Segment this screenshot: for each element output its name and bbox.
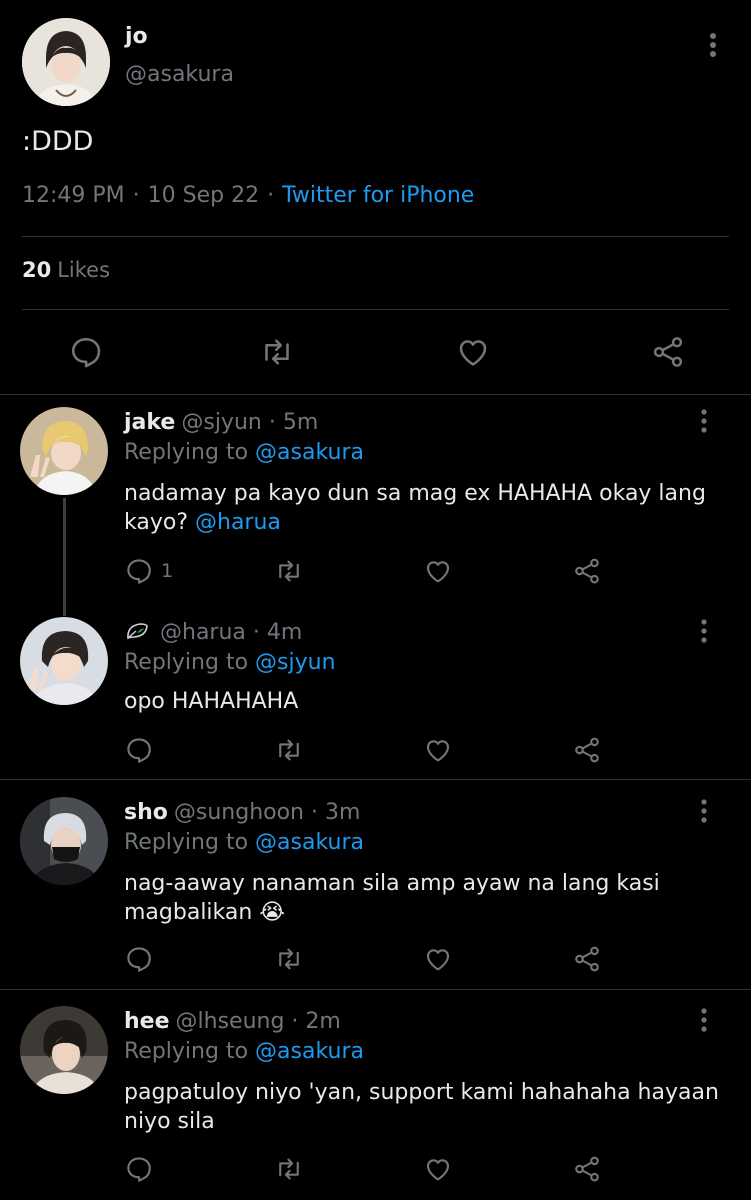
reply-tweet[interactable]: hee @lhseung · 2m Replying to @asakura pagp… [0, 990, 751, 1200]
avatar[interactable] [20, 617, 108, 705]
tweet-date: 10 Sep 22 [147, 183, 260, 208]
share-icon[interactable] [572, 1154, 602, 1184]
likes-stat[interactable]: 20 Likes [22, 258, 110, 282]
reply-icon[interactable] [68, 334, 104, 370]
user-avatar-icon [20, 407, 108, 495]
reply-header: jake @sjyun · 5m [124, 410, 319, 435]
reply-author-handle[interactable]: @sjyun [181, 410, 261, 435]
author-name[interactable]: jo [125, 24, 148, 49]
author-handle[interactable]: @asakura [125, 62, 234, 87]
avatar[interactable] [20, 407, 108, 495]
divider [22, 309, 729, 310]
user-avatar-icon [22, 18, 110, 106]
share-icon[interactable] [650, 334, 686, 370]
reply-text: pagpatuloy niyo 'yan, support kami hahah… [124, 1080, 719, 1134]
reply-count: 1 [161, 560, 174, 582]
more-options-icon[interactable] [692, 617, 716, 645]
tweet-source-link[interactable]: Twitter for iPhone [282, 183, 474, 208]
reply-icon[interactable] [124, 735, 154, 765]
more-options-icon[interactable] [700, 30, 726, 60]
more-options-icon[interactable] [692, 1006, 716, 1034]
retweet-icon[interactable] [274, 1154, 304, 1184]
crying-emoji: 😭 [259, 900, 286, 925]
more-options-icon[interactable] [692, 407, 716, 435]
user-avatar-icon [20, 1006, 108, 1094]
like-icon[interactable] [423, 556, 453, 586]
replying-to-mention[interactable]: @asakura [255, 1039, 364, 1064]
reply-header: hee @lhseung · 2m [124, 1009, 341, 1034]
reply-icon[interactable] [124, 944, 154, 974]
reply-author-name[interactable]: hee [124, 1009, 170, 1034]
reply-time: 3m [325, 800, 361, 825]
reply-text: opo HAHAHAHA [124, 689, 299, 714]
retweet-icon[interactable] [274, 944, 304, 974]
user-avatar-icon [20, 617, 108, 705]
reply-time: 2m [305, 1009, 341, 1034]
replying-to: Replying to @sjyun [124, 650, 336, 675]
likes-count: 20 [22, 258, 52, 282]
like-icon[interactable] [423, 735, 453, 765]
reply-text: nadamay pa kayo dun sa mag ex HAHAHA oka… [124, 481, 706, 535]
user-avatar-icon [20, 797, 108, 885]
reply-author-name[interactable]: sho [124, 800, 168, 825]
mention-link[interactable]: @harua [195, 510, 281, 535]
reply-icon[interactable] [124, 556, 154, 586]
replying-to: Replying to @asakura [124, 440, 364, 465]
like-icon[interactable] [423, 944, 453, 974]
reply-time: 4m [266, 620, 303, 645]
tweet-time: 12:49 PM [22, 183, 125, 208]
replying-to-mention[interactable]: @sjyun [255, 650, 335, 675]
share-icon[interactable] [572, 556, 602, 586]
tweet-meta: 12:49 PM · 10 Sep 22 · Twitter for iPhone [22, 183, 475, 208]
avatar[interactable] [20, 1006, 108, 1094]
replying-to: Replying to @asakura [124, 1039, 364, 1064]
like-icon[interactable] [455, 334, 491, 370]
reply-author-handle[interactable]: @harua [160, 620, 246, 645]
share-icon[interactable] [572, 735, 602, 765]
divider [22, 236, 729, 237]
share-icon[interactable] [572, 944, 602, 974]
reply-tweet[interactable]: @harua · 4m Replying to @sjyun opo HAHAHAH… [0, 611, 751, 779]
tweet-text: :DDD [22, 126, 94, 157]
main-tweet: jo @asakura :DDD 12:49 PM · 10 Sep 22 · Twit… [0, 0, 751, 394]
reply-author-name[interactable]: jake [124, 410, 175, 435]
reply-author-handle[interactable]: @sunghoon [174, 800, 304, 825]
reply-icon[interactable] [124, 1154, 154, 1184]
retweet-icon[interactable] [274, 556, 304, 586]
reply-header: @harua · 4m [124, 620, 302, 645]
avatar[interactable] [22, 18, 110, 106]
like-icon[interactable] [423, 1154, 453, 1184]
replying-to-mention[interactable]: @asakura [255, 830, 364, 855]
replying-to-mention[interactable]: @asakura [255, 440, 364, 465]
retweet-icon[interactable] [259, 334, 295, 370]
reply-text: nag-aaway nanaman sila amp ayaw na lang … [124, 871, 660, 925]
tweet-thread-page: jo @asakura :DDD 12:49 PM · 10 Sep 22 · Twit… [0, 0, 751, 1200]
likes-label: Likes [57, 258, 111, 282]
reply-tweet[interactable]: jake @sjyun · 5m Replying to @asakura nadam… [0, 395, 751, 611]
replying-to: Replying to @asakura [124, 830, 364, 855]
reply-header: sho @sunghoon · 3m [124, 800, 361, 825]
reply-time: 5m [282, 410, 319, 435]
retweet-icon[interactable] [274, 735, 304, 765]
avatar[interactable] [20, 797, 108, 885]
reply-author-handle[interactable]: @lhseung [176, 1009, 285, 1034]
reply-tweet[interactable]: sho @sunghoon · 3m Replying to @asakura nag… [0, 780, 751, 989]
leaf-icon [124, 620, 150, 642]
more-options-icon[interactable] [692, 797, 716, 825]
